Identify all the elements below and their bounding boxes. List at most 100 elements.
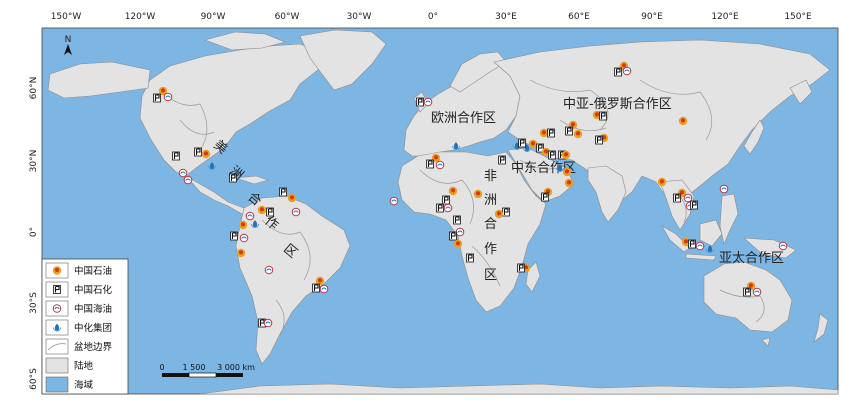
cnpc-marker [448, 186, 458, 196]
cnooc-marker [263, 318, 273, 328]
scale-segment [188, 372, 217, 378]
lat-tick: 60°N [29, 77, 39, 100]
longitude-ticks: 150°W 120°W 90°W 60°W 30°W 0° 30°E 60°E … [51, 12, 812, 22]
cnpc-marker [287, 193, 297, 203]
sinopec-marker [415, 97, 425, 107]
legend-label-sinochem: 中化集团 [74, 322, 112, 334]
lon-tick: 30°E [495, 12, 517, 22]
legend-label-land: 陆地 [74, 360, 94, 372]
sinopec-marker [441, 195, 451, 205]
sinopec-marker [689, 200, 699, 210]
north-arrow-label: N [65, 35, 72, 45]
lon-tick: 150°W [51, 12, 82, 22]
region-asia-pacific: 亚太合作区 [719, 251, 784, 266]
cnpc-marker [473, 189, 483, 199]
legend-label-cnooc: 中国海油 [74, 303, 112, 315]
cnpc-marker [678, 116, 688, 126]
sinopec-marker [152, 93, 162, 103]
region-central-asia-russia: 中亚-俄罗斯合作区 [563, 97, 672, 112]
cnpc-marker [494, 209, 504, 219]
sinopec-marker [594, 135, 604, 145]
lat-tick: 60°S [29, 368, 39, 390]
region-africa-char: 洲 [484, 193, 497, 208]
scale-label: 3 000 km [217, 363, 255, 372]
region-africa-char: 非 [484, 169, 497, 184]
legend-label-cnpc: 中国石油 [74, 265, 112, 277]
cnpc-marker [564, 178, 574, 188]
cnpc-marker [201, 149, 211, 159]
cnooc-marker [622, 66, 632, 76]
cnpc-marker [562, 167, 572, 177]
sinopec-marker [546, 128, 556, 138]
legend: 中国石油 中国石化 中国海油 中化集团 盆地边界 陆地 海域 [41, 258, 129, 395]
cnooc-marker [239, 233, 249, 243]
cnpc-marker [453, 239, 463, 249]
region-africa-char: 作 [484, 242, 497, 257]
cnpc-marker [238, 220, 248, 230]
cnooc-marker [719, 184, 729, 194]
cnooc-marker [435, 160, 445, 170]
sinopec-marker [517, 138, 527, 148]
cnooc-marker [183, 175, 193, 185]
sinopec-marker [193, 147, 203, 157]
sinopec-marker [229, 231, 239, 241]
ocean-swatch-icon [45, 376, 69, 393]
sinopec-marker [465, 253, 475, 263]
cnooc-marker [443, 203, 453, 213]
sinopec-marker [547, 150, 557, 160]
sinopec-marker [265, 207, 275, 217]
sinopec-marker [598, 111, 608, 121]
sinopec-marker [278, 187, 288, 197]
cnooc-marker [778, 241, 788, 251]
lon-tick: 60°W [275, 12, 300, 22]
cnpc-marker [561, 150, 571, 160]
lon-tick: 60°E [568, 12, 590, 22]
cnooc-marker [178, 168, 188, 178]
scale-label: 0 [159, 363, 164, 372]
legend-label-basin: 盆地边界 [74, 341, 113, 353]
cnooc-icon [52, 304, 62, 313]
cnpc-marker [257, 205, 267, 215]
scale-segment [162, 373, 189, 377]
sinopec-marker [311, 283, 321, 293]
sinopec-marker [516, 263, 526, 273]
cnpc-marker [236, 248, 246, 258]
land-swatch-icon [45, 357, 69, 374]
sinopec-marker [540, 192, 550, 202]
sinopec-marker [171, 151, 181, 161]
cnpc-marker [657, 177, 667, 187]
lon-tick: 120°E [711, 12, 739, 22]
legend-label-sinopec: 中国石化 [74, 284, 113, 296]
lat-tick: 0° [29, 227, 39, 237]
region-africa-char: 合 [484, 217, 497, 232]
sinopec-marker [435, 203, 445, 213]
lon-tick: 30°W [347, 12, 372, 22]
cnooc-marker [695, 241, 705, 251]
cnooc-marker [319, 284, 329, 294]
world-map: 150°W 120°W 90°W 60°W 30°W 0° 30°E 60°E … [29, 12, 839, 395]
sinopec-marker [448, 231, 458, 241]
cnpc-marker [528, 139, 538, 149]
lon-tick: 90°E [641, 12, 663, 22]
scale-label: 1 500 [183, 363, 206, 372]
lon-tick: 90°W [201, 12, 226, 22]
sinopec-marker [452, 215, 462, 225]
sinopec-marker [501, 207, 511, 217]
cnooc-marker [163, 92, 173, 102]
lon-tick: 120°W [125, 12, 156, 22]
cnpc-marker [573, 129, 583, 139]
cnooc-marker [291, 207, 301, 217]
lat-tick: 30°N [29, 150, 39, 173]
sinopec-marker [742, 287, 752, 297]
sinopec-marker [497, 155, 507, 165]
sinopec-marker [425, 159, 435, 169]
region-europe: 欧洲合作区 [431, 111, 496, 126]
sinopec-marker [672, 193, 682, 203]
region-africa-char: 区 [484, 268, 497, 283]
cnpc-marker [539, 128, 549, 138]
cnooc-marker [455, 227, 465, 237]
cnooc-marker [389, 196, 399, 206]
cnpc-icon [52, 266, 62, 275]
sinopec-marker [564, 126, 574, 136]
sinopec-marker [687, 239, 697, 249]
